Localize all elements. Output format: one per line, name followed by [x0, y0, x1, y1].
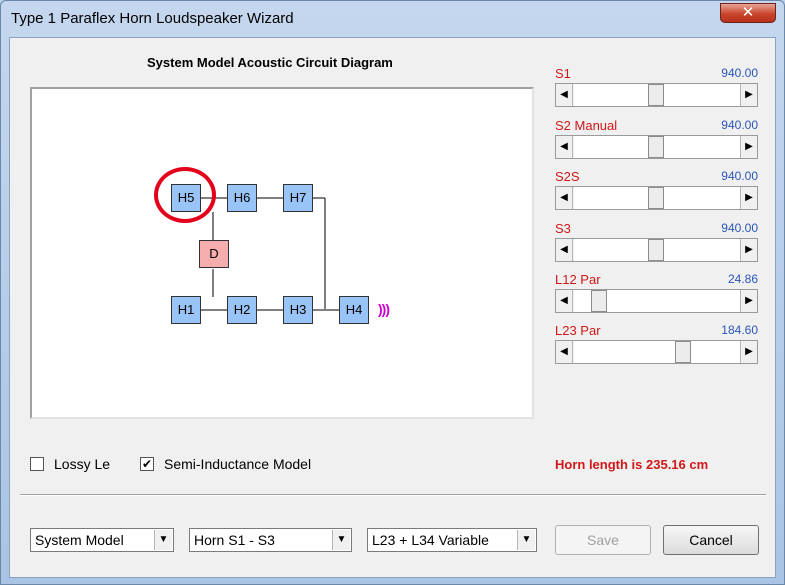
semi-inductance-checkbox[interactable]: ✔	[140, 457, 154, 471]
node-h7[interactable]: H7	[283, 184, 313, 212]
param-label: L12 Par	[555, 272, 601, 287]
close-icon: ✕	[741, 4, 755, 21]
slider-thumb[interactable]	[648, 187, 664, 209]
scroll-left-arrow-icon[interactable]: ◀	[556, 84, 573, 106]
scroll-right-arrow-icon[interactable]: ▶	[740, 187, 757, 209]
node-h6[interactable]: H6	[227, 184, 257, 212]
cancel-button[interactable]: Cancel	[663, 525, 759, 555]
param-value: 184.60	[721, 323, 758, 337]
l12-par-slider[interactable]: ◀ ▶	[555, 289, 758, 313]
slider-thumb[interactable]	[648, 84, 664, 106]
scroll-right-arrow-icon[interactable]: ▶	[740, 239, 757, 261]
model-select-value: System Model	[35, 532, 124, 548]
lossy-le-option[interactable]: Lossy Le	[30, 456, 130, 474]
dialog-client-area: System Model Acoustic Circuit Diagram H5…	[9, 37, 776, 578]
node-h3[interactable]: H3	[283, 296, 313, 324]
l23-par-slider[interactable]: ◀ ▶	[555, 340, 758, 364]
lossy-le-checkbox[interactable]	[30, 457, 44, 471]
semi-inductance-option[interactable]: ✔ Semi-Inductance Model	[140, 456, 340, 474]
semi-inductance-label: Semi-Inductance Model	[164, 456, 312, 472]
close-button[interactable]: ✕	[720, 3, 776, 23]
slider-thumb[interactable]	[648, 239, 664, 261]
lossy-le-label: Lossy Le	[54, 456, 111, 472]
variable-select[interactable]: L23 + L34 Variable ▼	[367, 528, 537, 552]
node-h1[interactable]: H1	[171, 296, 201, 324]
scroll-right-arrow-icon[interactable]: ▶	[740, 136, 757, 158]
title-bar[interactable]: Type 1 Paraflex Horn Loudspeaker Wizard …	[1, 1, 784, 37]
separator	[20, 494, 766, 496]
param-value: 940.00	[721, 118, 758, 132]
param-value: 940.00	[721, 169, 758, 183]
slider-thumb[interactable]	[648, 136, 664, 158]
circuit-wires	[200, 197, 340, 311]
horn-select-value: Horn S1 - S3	[194, 532, 275, 548]
slider-track[interactable]	[574, 187, 740, 209]
model-select[interactable]: System Model ▼	[30, 528, 174, 552]
slider-track[interactable]	[574, 341, 740, 363]
node-h4[interactable]: H4	[339, 296, 369, 324]
window-title: Type 1 Paraflex Horn Loudspeaker Wizard	[11, 10, 294, 27]
param-label: S3	[555, 221, 571, 236]
param-label: S1	[555, 66, 571, 81]
node-h2[interactable]: H2	[227, 296, 257, 324]
s3-slider[interactable]: ◀ ▶	[555, 238, 758, 262]
chevron-down-icon[interactable]: ▼	[517, 530, 535, 550]
circuit-diagram: H5 H6 H7 D H1 H2 H3 H4 )))	[30, 87, 534, 419]
param-label: S2S	[555, 169, 580, 184]
scroll-left-arrow-icon[interactable]: ◀	[556, 239, 573, 261]
param-value: 24.86	[727, 272, 758, 286]
variable-select-value: L23 + L34 Variable	[372, 532, 489, 548]
highlight-circle	[154, 167, 216, 223]
scroll-right-arrow-icon[interactable]: ▶	[740, 290, 757, 312]
slider-thumb[interactable]	[675, 341, 691, 363]
save-button[interactable]: Save	[555, 525, 651, 555]
scroll-left-arrow-icon[interactable]: ◀	[556, 290, 573, 312]
slider-track[interactable]	[574, 84, 740, 106]
s1-slider[interactable]: ◀ ▶	[555, 83, 758, 107]
scroll-right-arrow-icon[interactable]: ▶	[740, 341, 757, 363]
scroll-right-arrow-icon[interactable]: ▶	[740, 84, 757, 106]
node-d[interactable]: D	[199, 240, 229, 268]
param-label: S2 Manual	[555, 118, 618, 133]
horn-select[interactable]: Horn S1 - S3 ▼	[189, 528, 352, 552]
param-label: L23 Par	[555, 323, 601, 338]
param-value: 940.00	[721, 221, 758, 235]
slider-track[interactable]	[574, 136, 740, 158]
wizard-window: Type 1 Paraflex Horn Loudspeaker Wizard …	[0, 0, 785, 585]
scroll-left-arrow-icon[interactable]: ◀	[556, 341, 573, 363]
s2s-slider[interactable]: ◀ ▶	[555, 186, 758, 210]
slider-track[interactable]	[574, 290, 740, 312]
diagram-title: System Model Acoustic Circuit Diagram	[147, 55, 393, 70]
s2-manual-slider[interactable]: ◀ ▶	[555, 135, 758, 159]
slider-thumb[interactable]	[591, 290, 607, 312]
chevron-down-icon[interactable]: ▼	[154, 530, 172, 550]
chevron-down-icon[interactable]: ▼	[332, 530, 350, 550]
scroll-left-arrow-icon[interactable]: ◀	[556, 187, 573, 209]
param-value: 940.00	[721, 66, 758, 80]
slider-track[interactable]	[574, 239, 740, 261]
sound-waves-icon: )))	[378, 301, 390, 317]
scroll-left-arrow-icon[interactable]: ◀	[556, 136, 573, 158]
horn-length-status: Horn length is 235.16 cm	[555, 457, 709, 472]
